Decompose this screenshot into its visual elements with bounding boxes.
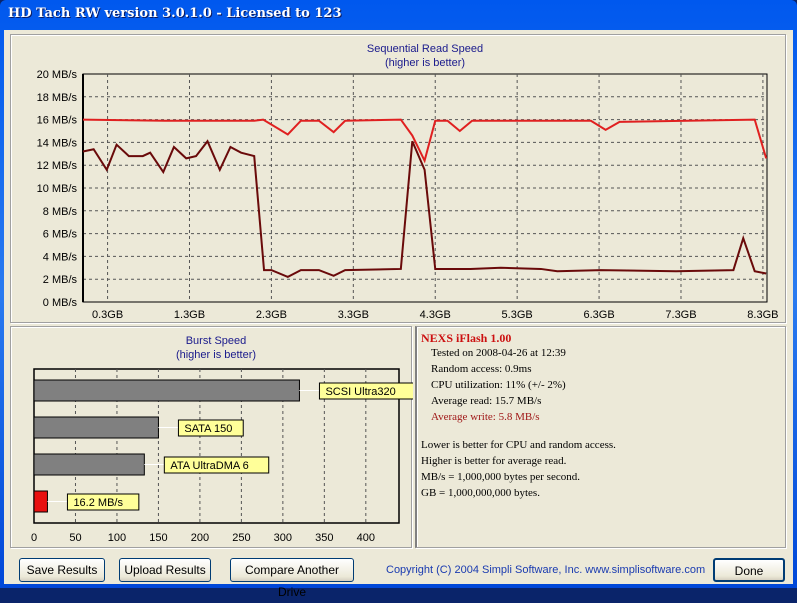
- x-tick-label: 0.3GB: [92, 309, 123, 321]
- y-tick-label: 8 MB/s: [43, 206, 78, 218]
- x-tick-label: 300: [274, 532, 292, 544]
- sequential-read-chart: Sequential Read Speed (higher is better) 0…: [37, 43, 779, 321]
- x-tick-label: 5.3GB: [502, 309, 533, 321]
- x-tick-label: 2.3GB: [256, 309, 287, 321]
- upload-results-button[interactable]: Upload Results: [119, 558, 211, 582]
- bar-label: 16.2 MB/s: [73, 497, 123, 509]
- title-bar[interactable]: HD Tach RW version 3.0.1.0 - Licensed to…: [0, 0, 797, 30]
- done-button[interactable]: Done: [713, 558, 785, 582]
- burst-speed-chart: Burst Speed (higher is better) 0 50 100 150 20…: [31, 335, 418, 544]
- app-window: HD Tach RW version 3.0.1.0 - Licensed to…: [0, 0, 797, 599]
- window-title: HD Tach RW version 3.0.1.0 - Licensed to…: [8, 6, 342, 21]
- y-tick-label: 14 MB/s: [37, 137, 78, 149]
- note-mbs: MB/s = 1,000,000 bytes per second.: [421, 471, 580, 483]
- y-tick-label: 0 MB/s: [43, 297, 78, 309]
- x-tick-label: 50: [69, 532, 81, 544]
- y-tick-label: 10 MB/s: [37, 183, 78, 195]
- bar-label: ATA UltraDMA 6: [170, 460, 248, 472]
- client-area: Sequential Read Speed (higher is better) 0…: [4, 30, 793, 599]
- x-tick-label: 6.3GB: [583, 309, 614, 321]
- burst-speed-panel: Burst Speed (higher is better) 0 50 100 150 20…: [10, 326, 418, 548]
- burst-bar: [33, 490, 48, 513]
- average-read: Average read: 15.7 MB/s: [431, 395, 542, 407]
- x-tick-label: 100: [108, 532, 126, 544]
- burst-bar: [33, 379, 300, 402]
- x-tick-label: 1.3GB: [174, 309, 205, 321]
- x-tick-label: 7.3GB: [665, 309, 696, 321]
- y-tick-label: 18 MB/s: [37, 92, 78, 104]
- bar-label: SCSI Ultra320: [325, 386, 395, 398]
- y-tick-label: 6 MB/s: [43, 229, 78, 241]
- y-tick-label: 4 MB/s: [43, 251, 78, 263]
- y-tick-label: 12 MB/s: [37, 160, 78, 172]
- series-line-0: [82, 118, 768, 164]
- compare-another-drive-button[interactable]: Compare Another Drive: [230, 558, 354, 599]
- x-tick-label: 250: [232, 532, 250, 544]
- x-tick-label: 0: [31, 532, 37, 544]
- y-tick-label: 16 MB/s: [37, 115, 78, 127]
- results-info-panel: NEXS iFlash 1.00 Tested on 2008-04-26 at…: [415, 326, 786, 548]
- drive-name: NEXS iFlash 1.00: [421, 331, 512, 345]
- sequential-read-panel: Sequential Read Speed (higher is better) 0…: [10, 34, 786, 323]
- y-tick-label: 2 MB/s: [43, 274, 78, 286]
- chart-title: Sequential Read Speed: [367, 43, 483, 55]
- x-tick-label: 3.3GB: [338, 309, 369, 321]
- y-tick-label: 20 MB/s: [37, 69, 78, 81]
- x-tick-label: 150: [149, 532, 167, 544]
- save-results-button[interactable]: Save Results: [19, 558, 105, 582]
- note-cpu: Lower is better for CPU and random acces…: [421, 439, 616, 451]
- x-tick-label: 400: [357, 532, 375, 544]
- x-tick-label: 8.3GB: [747, 309, 778, 321]
- burst-bar: [33, 453, 145, 476]
- bar-label: SATA 150: [184, 423, 232, 435]
- x-tick-label: 350: [315, 532, 333, 544]
- average-write: Average write: 5.8 MB/s: [431, 411, 540, 423]
- tested-date: Tested on 2008-04-26 at 12:39: [431, 347, 566, 359]
- note-gb: GB = 1,000,000,000 bytes.: [421, 487, 540, 499]
- cpu-utilization: CPU utilization: 11% (+/- 2%): [431, 379, 566, 391]
- burst-bar: [33, 416, 159, 439]
- copyright-link[interactable]: Copyright (C) 2004 Simpli Software, Inc.…: [386, 564, 705, 576]
- chart-subtitle: (higher is better): [176, 349, 256, 361]
- note-read: Higher is better for average read.: [421, 455, 567, 467]
- chart-title: Burst Speed: [186, 335, 247, 347]
- random-access: Random access: 0.9ms: [431, 363, 532, 375]
- x-tick-label: 4.3GB: [420, 309, 451, 321]
- x-tick-label: 200: [191, 532, 209, 544]
- chart-subtitle: (higher is better): [385, 57, 465, 69]
